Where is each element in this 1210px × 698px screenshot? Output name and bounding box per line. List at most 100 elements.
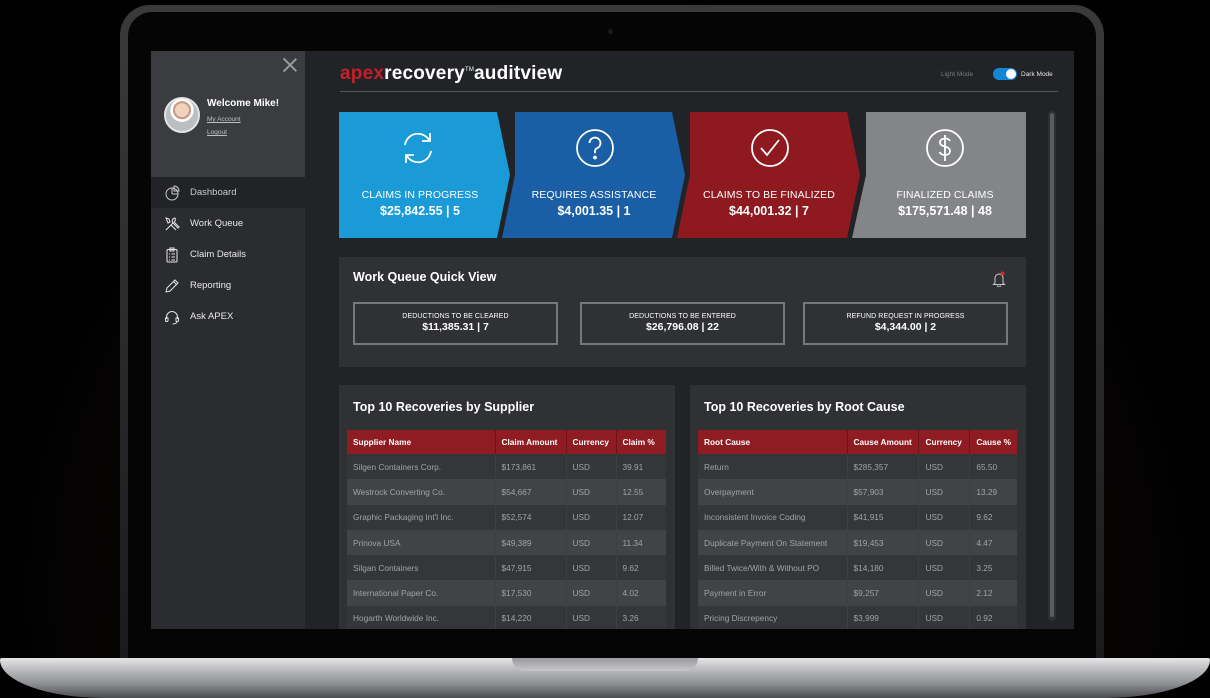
avatar[interactable] — [164, 97, 200, 133]
card-value: $44,001.32 | 7 — [729, 204, 809, 218]
quick-view-deductions-entered[interactable]: DEDUCTIONS TO BE ENTERED $26,796.08 | 22 — [580, 302, 785, 345]
camera-icon — [608, 29, 613, 34]
table-header-row: Root Cause Cause Amount Currency Cause % — [698, 430, 1017, 454]
column-header[interactable]: Root Cause — [698, 430, 848, 454]
table-cell: $57,903 — [847, 479, 920, 505]
table-row[interactable]: Inconsistent Invoice Coding $41,915 USD 9.6… — [698, 504, 1017, 530]
table-cell: Pricing Discrepency — [698, 605, 848, 629]
column-header[interactable]: Currency — [918, 430, 971, 454]
table-cell: USD — [918, 529, 971, 556]
refresh-icon — [404, 132, 432, 164]
table-row[interactable]: Payment in Error $9,257 USD 2.12 — [698, 580, 1017, 606]
quick-view-value: $26,796.08 | 22 — [645, 321, 719, 333]
table-cell: 12.55 — [616, 479, 666, 505]
sidebar-item-work-queue[interactable]: Work Queue — [151, 208, 305, 239]
dark-mode-label: Dark Mode — [1021, 71, 1053, 78]
table-row[interactable]: Overpayment $57,903 USD 13.29 — [698, 479, 1017, 505]
supplier-table: Supplier Name Claim Amount Currency Clai… — [347, 430, 666, 629]
logo-brand: apex — [340, 63, 385, 84]
table-cell: USD — [918, 555, 971, 581]
headset-icon — [163, 308, 181, 326]
logo-tm: TM — [464, 67, 475, 73]
table-cell: USD — [918, 479, 971, 505]
table-cell: International Paper Co. — [347, 580, 496, 606]
column-header[interactable]: Currency — [566, 430, 617, 454]
table-cell: 2.12 — [969, 580, 1017, 606]
card-label: CLAIMS IN PROGRESS — [361, 189, 479, 201]
table-cell: 9.62 — [969, 504, 1017, 530]
sidebar-item-ask-apex[interactable]: Ask APEX — [151, 301, 305, 332]
table-cell: Return — [698, 454, 848, 480]
laptop-notch — [512, 658, 698, 671]
pie-chart-icon — [163, 184, 181, 202]
table-row[interactable]: International Paper Co. $17,530 USD 4.02 — [347, 580, 666, 606]
card-finalized-claims[interactable]: FINALIZED CLAIMS $175,571.48 | 48 — [864, 112, 1026, 238]
my-account-link[interactable]: My Account — [207, 116, 241, 123]
table-row[interactable]: Return $285,357 USD 65.50 — [698, 454, 1017, 480]
card-claims-to-be-finalized[interactable]: CLAIMS TO BE FINALIZED $44,001.32 | 7 — [688, 112, 850, 238]
table-row[interactable]: Prinova USA $49,389 USD 11.34 — [347, 529, 666, 556]
table-cell: $14,220 — [495, 605, 567, 629]
app-logo[interactable]: apexrecoveryTMauditview — [340, 63, 562, 85]
table-cell: $41,915 — [847, 504, 920, 530]
table-cell: $9,257 — [847, 580, 920, 606]
table-cell: USD — [566, 580, 617, 606]
column-header[interactable]: Claim % — [616, 430, 666, 454]
table-cell: 3.25 — [969, 555, 1017, 581]
table-cell: 4.47 — [969, 529, 1017, 556]
column-header[interactable]: Cause Amount — [847, 430, 920, 454]
column-header[interactable]: Claim Amount — [495, 430, 567, 454]
sidebar-item-claim-details[interactable]: Claim Details — [151, 239, 305, 270]
table-cell: $173,861 — [495, 454, 567, 480]
table-row[interactable]: Silgen Containers Corp. $173,861 USD 39.91 — [347, 454, 666, 480]
table-row[interactable]: Westrock Converting Co. $54,667 USD 12.55 — [347, 479, 666, 505]
logout-link[interactable]: Logout — [207, 129, 227, 136]
table-cell: USD — [566, 555, 617, 581]
table-cell: Overpayment — [698, 479, 848, 505]
table-cell: Silgen Containers Corp. — [347, 454, 496, 480]
table-row[interactable]: Graphic Packaging Int'l Inc. $52,574 USD 12… — [347, 504, 666, 530]
table-cell: 4.02 — [616, 580, 666, 606]
quick-view-deductions-cleared[interactable]: DEDUCTIONS TO BE CLEARED $11,385.31 | 7 — [353, 302, 558, 345]
table-cell: USD — [918, 504, 971, 530]
sidebar-item-reporting[interactable]: Reporting — [151, 270, 305, 301]
table-cell: Graphic Packaging Int'l Inc. — [347, 504, 496, 530]
card-label: CLAIMS TO BE FINALIZED — [703, 189, 835, 201]
close-icon[interactable] — [283, 58, 297, 72]
table-cell: USD — [918, 605, 971, 629]
quick-view-refund-request[interactable]: REFUND REQUEST IN PROGRESS $4,344.00 | 2 — [803, 302, 1008, 345]
column-header[interactable]: Supplier Name — [347, 430, 496, 454]
card-requires-assistance[interactable]: REQUIRES ASSISTANCE $4,001.35 | 1 — [513, 112, 675, 238]
dark-mode-toggle[interactable] — [993, 68, 1017, 80]
logo-module: auditview — [474, 63, 563, 84]
header-divider — [340, 91, 1058, 92]
table-row[interactable]: Billed Twice/With & Without PO $14,180 USD… — [698, 555, 1017, 581]
table-row[interactable]: Pricing Discrepency $3,999 USD 0.92 — [698, 605, 1017, 629]
table-cell: Billed Twice/With & Without PO — [698, 555, 848, 581]
card-value: $4,001.35 | 1 — [557, 204, 631, 218]
scrollbar-thumb[interactable] — [1050, 113, 1054, 617]
table-cell: $14,180 — [847, 555, 920, 581]
table-cell: $285,357 — [847, 454, 920, 480]
status-cards: CLAIMS IN PROGRESS $25,842.55 | 5 REQUIR… — [339, 112, 1026, 238]
work-queue-title: Work Queue Quick View — [353, 270, 497, 284]
table-cell: Duplicate Payment On Statement — [698, 529, 848, 556]
sidebar-item-dashboard[interactable]: Dashboard — [151, 177, 305, 208]
table-row[interactable]: Silgan Containers $47,915 USD 9.62 — [347, 555, 666, 581]
table-row[interactable]: Hogarth Worldwide Inc. $14,220 USD 3.26 — [347, 605, 666, 629]
sidebar-item-label: Dashboard — [190, 187, 237, 198]
user-panel: Welcome Mike! My Account Logout — [151, 51, 305, 177]
table-cell: $19,453 — [847, 529, 920, 556]
table-cell: Payment in Error — [698, 580, 848, 606]
welcome-text: Welcome Mike! — [207, 98, 280, 109]
table-cell: USD — [918, 580, 971, 606]
table-cell: USD — [918, 454, 971, 480]
card-claims-in-progress[interactable]: CLAIMS IN PROGRESS $25,842.55 | 5 — [339, 112, 501, 238]
bell-icon[interactable] — [992, 271, 1006, 287]
tools-icon — [163, 215, 181, 233]
logo-product: recovery — [384, 63, 465, 84]
table-cell: USD — [566, 454, 617, 480]
table-row[interactable]: Duplicate Payment On Statement $19,453 USD… — [698, 529, 1017, 556]
light-mode-label: Light Mode — [941, 71, 974, 78]
column-header[interactable]: Cause % — [969, 430, 1017, 454]
